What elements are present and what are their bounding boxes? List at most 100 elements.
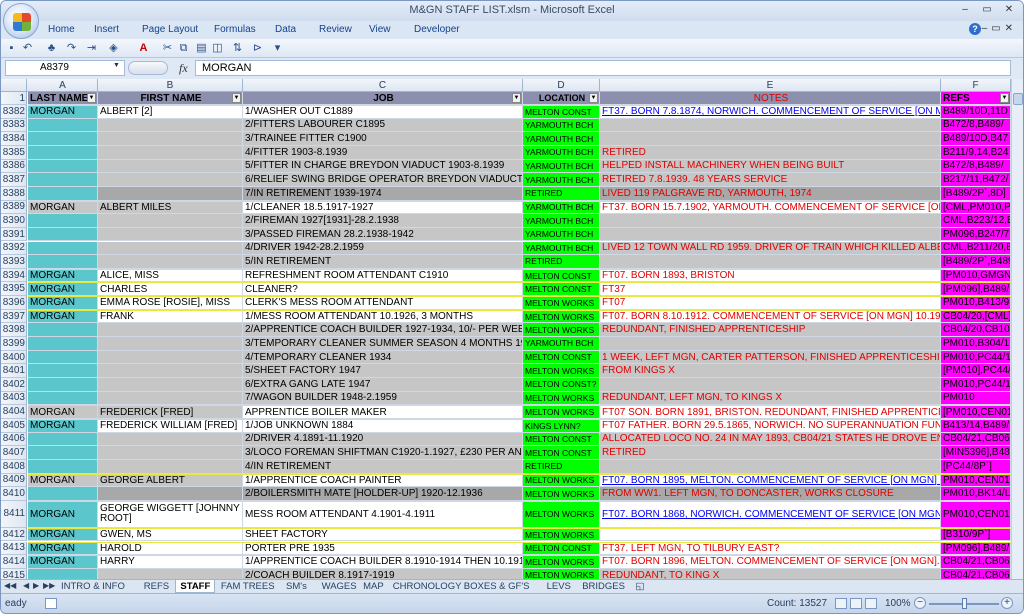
row-header[interactable]: 8397: [1, 309, 27, 324]
location-cell[interactable]: MELTON WORKS: [523, 500, 600, 528]
location-cell[interactable]: MELTON WORKS: [523, 473, 600, 488]
last-name-cell[interactable]: [28, 364, 98, 378]
copy-icon[interactable]: ⧉: [177, 42, 190, 55]
name-box[interactable]: A8379: [5, 60, 125, 76]
notes-cell[interactable]: [600, 337, 941, 351]
notes-cell[interactable]: FT37. BORN 15.7.1902, YARMOUTH. COMMENCE…: [600, 200, 941, 215]
refs-cell[interactable]: B489/10D,11D: [941, 105, 1011, 119]
notes-cell[interactable]: LIVED 119 PALGRAVE RD, YARMOUTH, 1974: [600, 186, 941, 201]
first-name-cell[interactable]: ALBERT MILES: [98, 200, 243, 215]
insert-function-icon[interactable]: fx: [179, 61, 188, 76]
refs-cell[interactable]: [PC44/8P`]: [941, 459, 1011, 474]
location-cell[interactable]: KINGS LYNN?: [523, 418, 600, 433]
refs-cell[interactable]: CB04/21,CB06/: [941, 555, 1011, 569]
maximize-button[interactable]: ▭: [977, 3, 997, 17]
refs-cell[interactable]: PM010,B413/9: [941, 296, 1011, 310]
first-name-cell[interactable]: FRANK: [98, 309, 243, 324]
zoom-slider-thumb[interactable]: [962, 598, 967, 609]
job-cell[interactable]: 1/JOB UNKNOWN 1884: [243, 418, 523, 433]
refs-cell[interactable]: PM096,B247/7,: [941, 227, 1011, 242]
cut-icon[interactable]: ✂: [161, 42, 174, 55]
header-cell-location[interactable]: LOCATION ▼: [523, 92, 600, 105]
column-header-b[interactable]: B: [98, 79, 243, 92]
row-header[interactable]: 8410: [1, 487, 27, 501]
refs-cell[interactable]: B217/11,B472/: [941, 173, 1011, 187]
filter-dropdown-icon[interactable]: ▼: [589, 93, 598, 103]
job-cell[interactable]: CLEANER?: [243, 282, 523, 297]
refs-cell[interactable]: [PM010,GMGN3: [941, 268, 1011, 283]
tab-home[interactable]: Home: [48, 24, 75, 35]
first-name-cell[interactable]: [98, 378, 243, 392]
job-cell[interactable]: 1/WASHER OUT C1889: [243, 105, 523, 119]
last-name-cell[interactable]: [28, 186, 98, 201]
notes-cell[interactable]: [600, 459, 941, 474]
notes-cell[interactable]: FT07. BORN 1868, NORWICH. COMMENCEMENT O…: [600, 500, 941, 528]
last-name-cell[interactable]: MORGAN: [28, 105, 98, 119]
undo-icon[interactable]: ↶: [21, 42, 34, 55]
last-name-cell[interactable]: MORGAN: [28, 527, 98, 542]
first-name-cell[interactable]: [98, 432, 243, 447]
job-cell[interactable]: APPRENTICE BOILER MAKER: [243, 405, 523, 419]
job-cell[interactable]: 1/APPRENTICE COACH PAINTER: [243, 473, 523, 488]
first-name-cell[interactable]: GEORGE WIGGETT [JOHNNY ROOT]: [98, 500, 243, 528]
location-cell[interactable]: MELTON CONST: [523, 541, 600, 556]
notes-cell[interactable]: [600, 227, 941, 242]
refs-cell[interactable]: PM010,BK14/L: [941, 487, 1011, 501]
sheet-tab-levs[interactable]: LEVS: [543, 580, 575, 593]
paste-icon[interactable]: ▤: [195, 42, 208, 55]
job-cell[interactable]: 3/PASSED FIREMAN 28.2.1938-1942: [243, 227, 523, 242]
job-cell[interactable]: 4/IN RETIREMENT: [243, 459, 523, 474]
last-name-cell[interactable]: [28, 350, 98, 365]
column-header-a[interactable]: A: [28, 79, 98, 92]
first-name-cell[interactable]: [98, 364, 243, 378]
notes-cell[interactable]: [600, 378, 941, 392]
refs-cell[interactable]: CB04/21,CB06/: [941, 432, 1011, 447]
refs-cell[interactable]: CB04/21,CB06/: [941, 568, 1011, 579]
customize-toolbar-icon[interactable]: ▾: [271, 42, 284, 55]
sheet-tab-boxes-gf-s[interactable]: BOXES & GF'S: [460, 580, 534, 593]
notes-cell[interactable]: RETIRED 7.8.1939. 48 YEARS SERVICE: [600, 173, 941, 187]
page-layout-view-icon[interactable]: [850, 598, 862, 609]
prev-sheet-nav-icon[interactable]: ◀: [23, 581, 29, 590]
row-header[interactable]: 8415: [1, 568, 27, 579]
notes-cell[interactable]: [600, 132, 941, 146]
row-header[interactable]: 8405: [1, 418, 27, 433]
job-cell[interactable]: 1/CLEANER 18.5.1917-1927: [243, 200, 523, 215]
last-name-cell[interactable]: [28, 118, 98, 133]
filter-dropdown-icon[interactable]: ▼: [1000, 93, 1009, 103]
last-name-cell[interactable]: [28, 132, 98, 146]
last-name-cell[interactable]: MORGAN: [28, 405, 98, 419]
first-name-cell[interactable]: HAROLD: [98, 541, 243, 556]
job-cell[interactable]: 2/DRIVER 4.1891-11.1920: [243, 432, 523, 447]
notes-cell[interactable]: FT37. LEFT MGN, TO TILBURY EAST?: [600, 541, 941, 556]
filter-icon[interactable]: ⊳: [251, 42, 264, 55]
notes-cell[interactable]: RETIRED: [600, 446, 941, 460]
macro-record-icon[interactable]: [45, 598, 57, 609]
refs-cell[interactable]: [PM010],PC44/: [941, 364, 1011, 378]
refs-cell[interactable]: PM010,CEN01,: [941, 473, 1011, 488]
notes-cell[interactable]: FT07. BORN 1895, MELTON. COMMENCEMENT OF…: [600, 473, 941, 488]
tab-page-layout[interactable]: Page Layout: [142, 24, 198, 35]
refs-cell[interactable]: CML,B223/12,B: [941, 214, 1011, 228]
row-header[interactable]: 8399: [1, 337, 27, 351]
location-cell[interactable]: RETIRED: [523, 255, 600, 269]
sheet-tab-intro-info[interactable]: INTRO & INFO: [57, 580, 129, 593]
last-name-cell[interactable]: [28, 159, 98, 174]
location-cell[interactable]: MELTON WORKS: [523, 555, 600, 569]
job-cell[interactable]: 1/APPRENTICE COACH BUILDER 8.1910-1914 T…: [243, 555, 523, 569]
refs-cell[interactable]: [B489/2P`,B489: [941, 255, 1011, 269]
notes-cell[interactable]: HELPED INSTALL MACHINERY WHEN BEING BUIL…: [600, 159, 941, 174]
row-header[interactable]: 8400: [1, 350, 27, 365]
job-cell[interactable]: 3/TEMPORARY CLEANER SUMMER SEASON 4 MONT…: [243, 337, 523, 351]
location-cell[interactable]: MELTON WORKS: [523, 487, 600, 501]
formula-bar-expander[interactable]: [128, 61, 168, 75]
first-name-cell[interactable]: ALICE, MISS: [98, 268, 243, 283]
job-cell[interactable]: 1/MESS ROOM ATTENDANT 10.1926, 3 MONTHS: [243, 309, 523, 324]
first-name-cell[interactable]: [98, 350, 243, 365]
refs-cell[interactable]: PM010,PC44/1: [941, 378, 1011, 392]
header-cell-notes[interactable]: NOTES: [600, 92, 941, 105]
row-header[interactable]: 8385: [1, 145, 27, 160]
tab-view[interactable]: View: [369, 24, 391, 35]
location-cell[interactable]: RETIRED: [523, 459, 600, 474]
location-cell[interactable]: MELTON CONST: [523, 446, 600, 460]
